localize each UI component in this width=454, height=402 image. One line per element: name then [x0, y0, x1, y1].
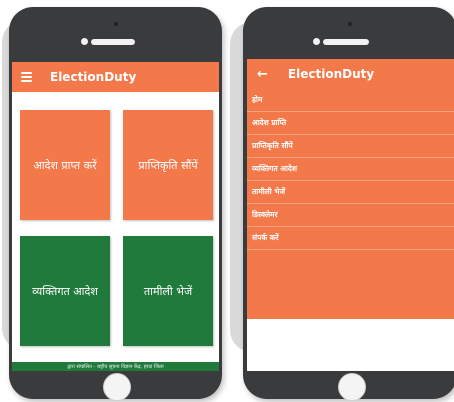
front-camera	[81, 38, 88, 45]
menu-item-hand-over-receipt[interactable]: प्राप्तिकृति सौंपें	[247, 135, 454, 158]
menu-item-label: संपर्क करें	[252, 233, 279, 242]
right-phone: ← ElectionDuty होम आदेश प्राप्ति प्राप्त…	[243, 7, 454, 401]
app-bar: ElectionDuty	[12, 62, 219, 92]
back-arrow-icon[interactable]: ←	[257, 68, 268, 81]
speaker-dot	[114, 22, 118, 26]
menu-item-label: आदेश प्राप्ति	[252, 118, 287, 127]
left-screen: ElectionDuty आदेश प्राप्त करें प्राप्तिक…	[12, 62, 219, 371]
footer-text: द्वारा संचालित - राष्ट्रीय सूचना विज्ञान…	[67, 363, 164, 370]
earpiece	[91, 39, 135, 45]
footer-strip: द्वारा संचालित - राष्ट्रीय सूचना विज्ञान…	[12, 362, 219, 371]
menu-item-label: होम	[252, 95, 263, 104]
menu-item-send-service[interactable]: तामीली भेजें	[247, 181, 454, 204]
menu-item-label: व्यक्तिगत आदेश	[252, 164, 298, 173]
menu-item-home[interactable]: होम	[247, 89, 454, 112]
tile-receive-order[interactable]: आदेश प्राप्त करें	[20, 110, 110, 220]
earpiece	[323, 39, 369, 45]
menu-item-disclaimer[interactable]: डिस्क्लेमर	[247, 204, 454, 227]
left-phone: ElectionDuty आदेश प्राप्त करें प्राप्तिक…	[9, 7, 222, 401]
app-title: ElectionDuty	[287, 67, 375, 81]
tile-send-service[interactable]: तामीली भेजें	[123, 236, 213, 346]
menu-item-receive-order[interactable]: आदेश प्राप्ति	[247, 112, 454, 135]
menu-item-contact[interactable]: संपर्क करें	[247, 227, 454, 250]
menu-item-label: डिस्क्लेमर	[252, 210, 278, 219]
tile-label: आदेश प्राप्त करें	[33, 158, 97, 172]
tile-hand-over-receipt[interactable]: प्राप्तिकृति सौंपें	[123, 110, 213, 220]
tile-label: प्राप्तिकृति सौंपें	[138, 158, 198, 172]
app-title: ElectionDuty	[50, 70, 137, 84]
home-button-icon[interactable]	[338, 373, 366, 401]
menu-item-personal-order[interactable]: व्यक्तिगत आदेश	[247, 158, 454, 181]
right-screen: ← ElectionDuty होम आदेश प्राप्ति प्राप्त…	[247, 59, 454, 371]
tile-label: व्यक्तिगत आदेश	[32, 284, 98, 298]
front-camera	[313, 38, 320, 45]
home-button-icon[interactable]	[103, 373, 131, 401]
tile-label: तामीली भेजें	[143, 284, 193, 298]
hamburger-icon[interactable]	[21, 72, 32, 82]
menu-item-label: प्राप्तिकृति सौंपें	[252, 141, 293, 150]
app-bar: ← ElectionDuty	[247, 59, 454, 89]
menu-item-label: तामीली भेजें	[252, 187, 286, 196]
navigation-drawer: होम आदेश प्राप्ति प्राप्तिकृति सौंपें व्…	[247, 89, 454, 319]
tile-personal-order[interactable]: व्यक्तिगत आदेश	[20, 236, 110, 346]
speaker-dot	[348, 22, 352, 26]
